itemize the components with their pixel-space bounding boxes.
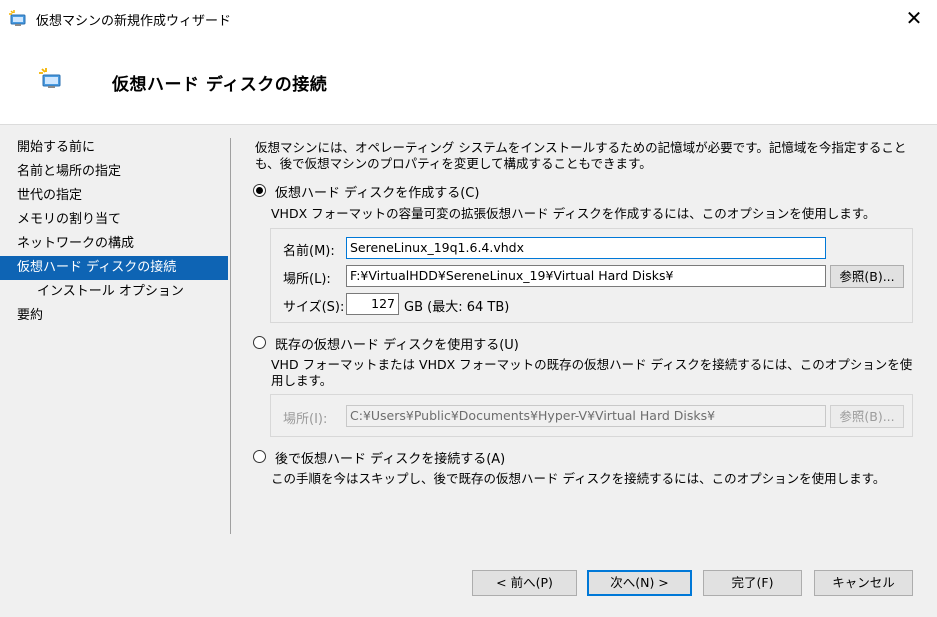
nav-item-generation[interactable]: 世代の指定 xyxy=(0,184,230,208)
wizard-step-nav: 開始する前に 名前と場所の指定 世代の指定 メモリの割り当て ネットワークの構成… xyxy=(0,136,230,328)
radio-attach-later[interactable] xyxy=(253,450,266,463)
nav-item-install-options[interactable]: インストール オプション xyxy=(0,280,230,304)
wizard-header: 仮想ハード ディスクの接続 xyxy=(0,38,937,125)
radio-create-vhd-label[interactable]: 仮想ハード ディスクを作成する(C) xyxy=(275,182,479,201)
name-label: 名前(M): xyxy=(283,244,335,259)
size-suffix: GB (最大: 64 TB) xyxy=(404,300,510,315)
size-input[interactable]: 127 xyxy=(346,293,399,315)
nav-item-connect-vhd[interactable]: 仮想ハード ディスクの接続 xyxy=(0,256,228,280)
window-title: 仮想マシンの新規作成ウィザード xyxy=(36,14,232,29)
existing-location-label: 場所(I): xyxy=(283,412,328,427)
hyperv-vm-icon xyxy=(38,68,64,90)
nav-item-networking[interactable]: ネットワークの構成 xyxy=(0,232,230,256)
radio-attach-later-label[interactable]: 後で仮想ハード ディスクを接続する(A) xyxy=(275,448,505,467)
title-bar: 仮想マシンの新規作成ウィザード ✕ xyxy=(0,0,937,38)
size-label: サイズ(S): xyxy=(283,300,345,315)
location-input[interactable]: F:¥VirtualHDD¥SereneLinux_19¥Virtual Har… xyxy=(346,265,826,287)
cancel-button[interactable]: キャンセル xyxy=(814,570,913,596)
nav-item-before-you-begin[interactable]: 開始する前に xyxy=(0,136,230,160)
nav-item-name-location[interactable]: 名前と場所の指定 xyxy=(0,160,230,184)
attach-later-description: この手順を今はスキップし、後で既存の仮想ハード ディスクを接続するには、このオプ… xyxy=(271,471,886,486)
hyperv-vm-icon xyxy=(8,9,28,29)
previous-button[interactable]: < 前へ(P) xyxy=(472,570,577,596)
existing-browse-button[interactable]: 参照(B)... xyxy=(830,405,904,428)
page-title: 仮想ハード ディスクの接続 xyxy=(112,75,328,95)
radio-use-existing-vhd-label[interactable]: 既存の仮想ハード ディスクを使用する(U) xyxy=(275,334,519,353)
name-input[interactable]: SereneLinux_19q1.6.4.vhdx xyxy=(346,237,826,259)
browse-button[interactable]: 参照(B)... xyxy=(830,265,904,288)
finish-button[interactable]: 完了(F) xyxy=(703,570,802,596)
page-description: 仮想マシンには、オペレーティング システムをインストールするための記憶域が必要で… xyxy=(255,140,907,171)
close-icon[interactable]: ✕ xyxy=(891,0,937,38)
radio-create-vhd[interactable] xyxy=(253,184,266,197)
nav-item-summary[interactable]: 要約 xyxy=(0,304,230,328)
radio-use-existing-vhd[interactable] xyxy=(253,336,266,349)
existing-vhd-description: VHD フォーマットまたは VHDX フォーマットの既存の仮想ハード ディスクを… xyxy=(271,357,913,388)
location-label: 場所(L): xyxy=(283,272,331,287)
next-button[interactable]: 次へ(N) > xyxy=(587,570,692,596)
create-vhd-description: VHDX フォーマットの容量可変の拡張仮想ハード ディスクを作成するには、このオ… xyxy=(271,206,876,221)
nav-item-memory[interactable]: メモリの割り当て xyxy=(0,208,230,232)
existing-location-input[interactable]: C:¥Users¥Public¥Documents¥Hyper-V¥Virtua… xyxy=(346,405,826,427)
nav-divider xyxy=(230,138,231,534)
